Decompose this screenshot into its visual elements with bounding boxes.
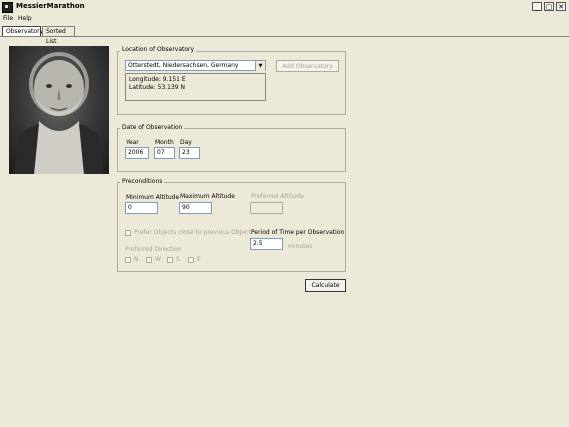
window-title: MessierMarathon — [16, 2, 85, 10]
preferred-direction-label: Preferred Direction — [125, 246, 182, 253]
longitude-text: Longitude: 9.151 E — [129, 76, 186, 83]
maximize-button[interactable]: ▢ — [544, 2, 554, 11]
direction-e-label: E — [197, 256, 201, 263]
min-altitude-input[interactable]: 0 — [125, 202, 158, 214]
close-button[interactable]: ✕ — [556, 2, 566, 11]
menu-help[interactable]: Help — [18, 15, 32, 22]
add-observatory-button[interactable]: Add Observatory — [276, 60, 339, 72]
location-group-label: Location of Observatory — [120, 46, 197, 53]
messier-portrait — [9, 46, 109, 174]
menu-file[interactable]: File — [3, 15, 13, 22]
calculate-button[interactable]: Calculate — [305, 279, 346, 292]
date-group — [117, 128, 346, 172]
menu-bar — [0, 14, 569, 24]
preconditions-group-label: Preconditions — [120, 178, 165, 185]
direction-n-label: N — [134, 256, 139, 263]
coordinates-box: Longitude: 9.151 E Latitude: 53.139 N — [125, 73, 266, 101]
preferred-altitude-input[interactable] — [250, 202, 283, 214]
month-input[interactable]: 07 — [154, 147, 175, 159]
tab-divider — [0, 36, 569, 37]
direction-e-checkbox[interactable] — [188, 257, 194, 263]
month-label: Month — [155, 139, 174, 146]
year-label: Year — [126, 139, 139, 146]
period-label: Period of Time per Observation — [251, 229, 345, 236]
prefer-close-label: Prefer Objects close to previous Object — [134, 229, 251, 236]
latitude-text: Latitude: 53.139 N — [129, 84, 186, 91]
year-input[interactable]: 2006 — [125, 147, 149, 159]
min-altitude-label: Minimum Altitude — [126, 194, 180, 201]
period-unit: minutes — [288, 243, 313, 250]
prefer-close-checkbox[interactable] — [125, 230, 131, 236]
observatory-select-value: Otterstedt, Niedersachsen, Germany — [128, 62, 239, 69]
day-input[interactable]: 23 — [179, 147, 200, 159]
minimize-button[interactable]: _ — [532, 2, 542, 11]
tab-sorted-list[interactable]: Sorted List — [42, 26, 75, 45]
chevron-down-icon[interactable]: ▼ — [255, 61, 265, 71]
direction-w-label: W — [155, 256, 161, 263]
observatory-select[interactable]: Otterstedt, Niedersachsen, Germany ▼ — [125, 60, 266, 71]
period-input[interactable]: 2.5 — [250, 238, 283, 250]
app-icon — [2, 2, 13, 13]
date-group-label: Date of Observation — [120, 124, 185, 131]
day-label: Day — [180, 139, 192, 146]
direction-w-checkbox[interactable] — [146, 257, 152, 263]
direction-s-label: S — [176, 256, 180, 263]
direction-s-checkbox[interactable] — [167, 257, 173, 263]
max-altitude-label: Maximum Altitude — [180, 193, 235, 200]
direction-n-checkbox[interactable] — [125, 257, 131, 263]
tab-observatory[interactable]: Observatory — [2, 26, 43, 36]
preferred-altitude-label: Preferred Altitude — [251, 193, 304, 200]
title-bar — [0, 0, 569, 15]
max-altitude-input[interactable]: 90 — [179, 202, 212, 214]
